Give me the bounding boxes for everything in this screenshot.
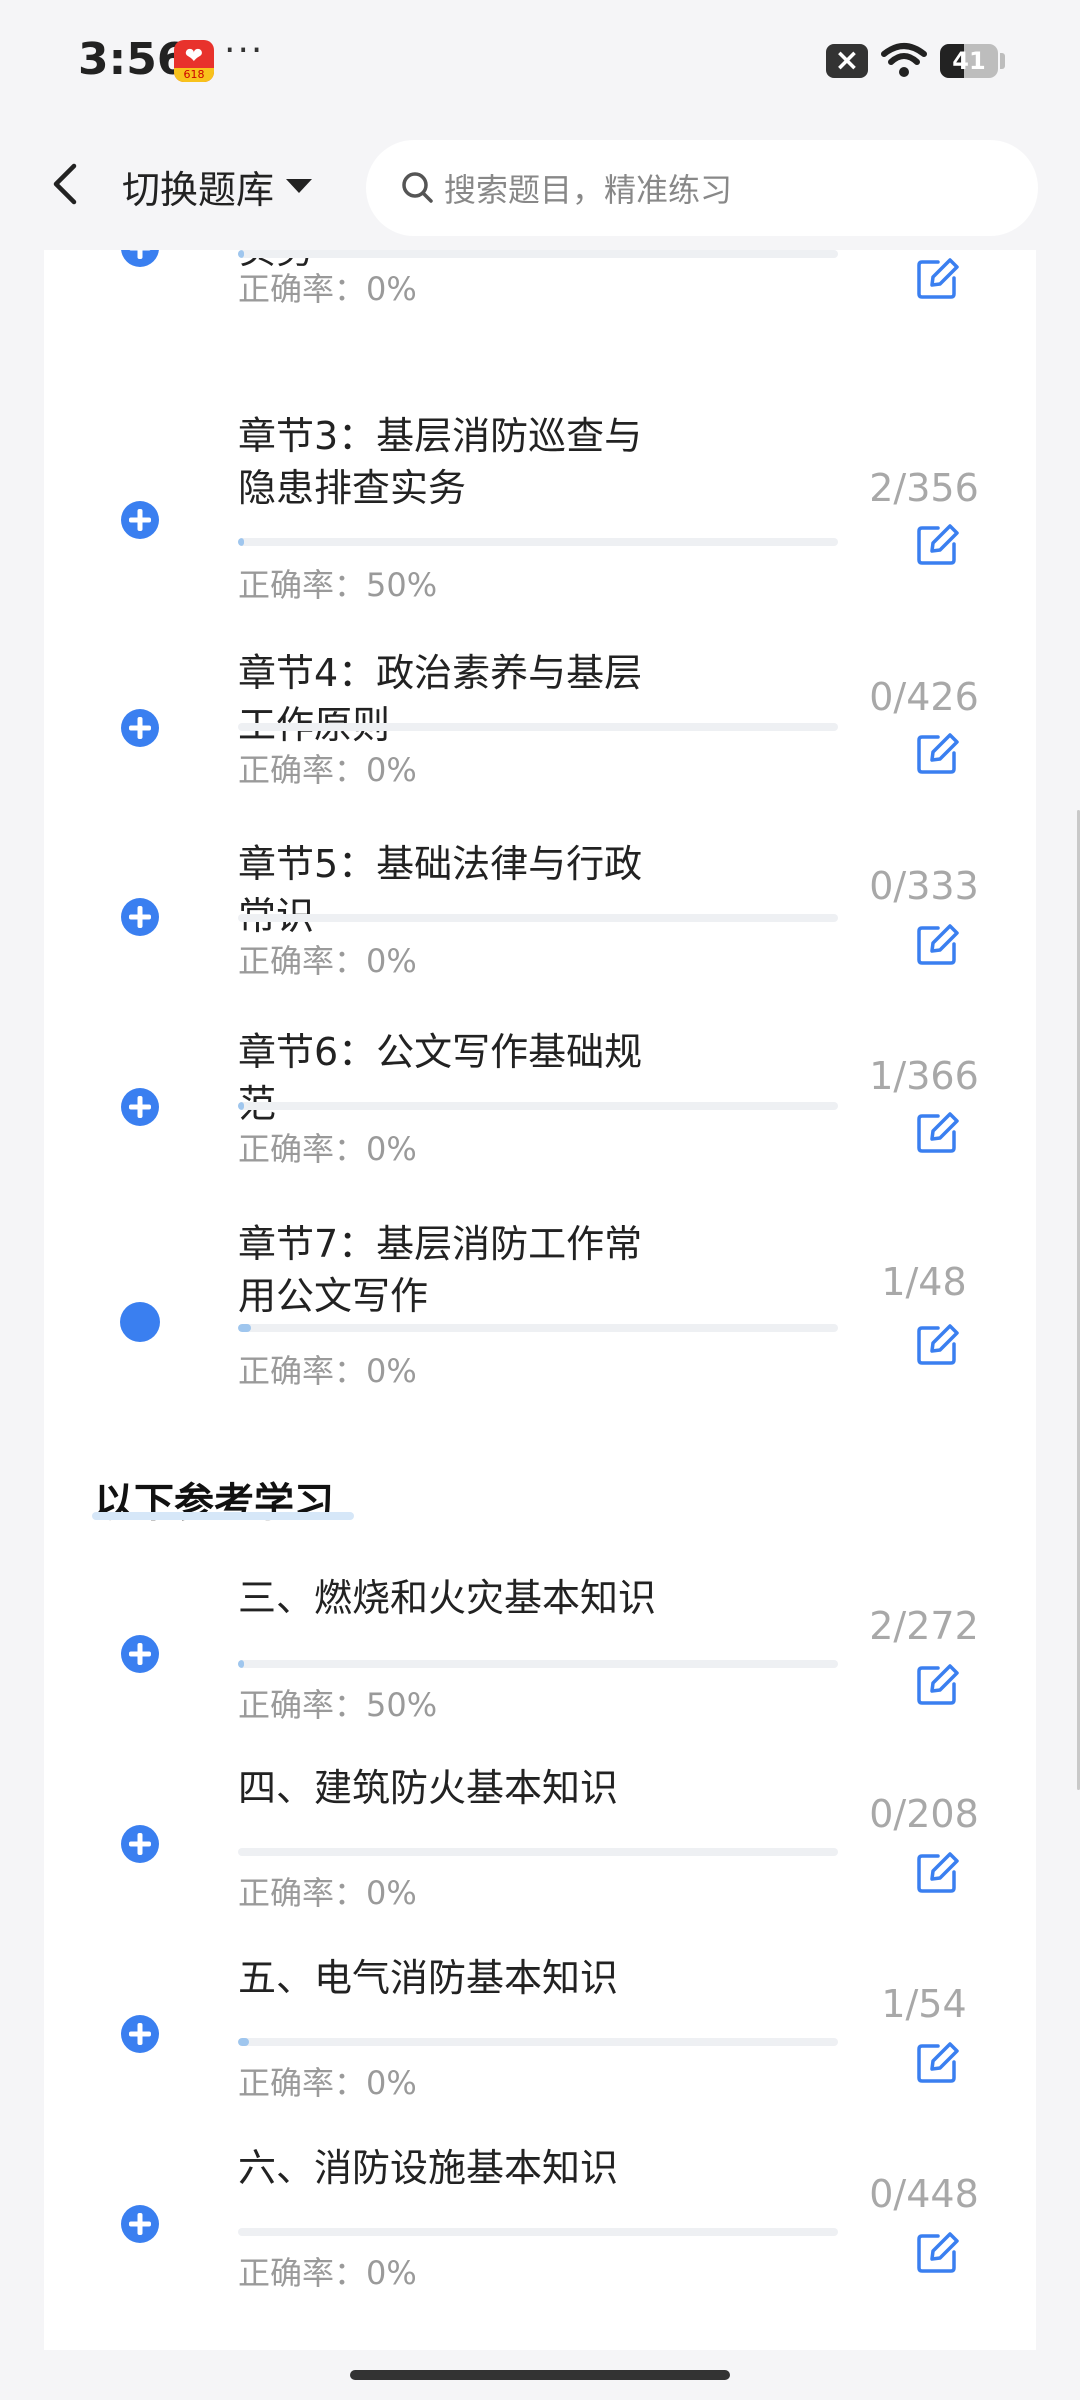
chapter-title: 章节4：政治素养与基层工作原则 [238, 651, 643, 747]
edit-icon[interactable] [914, 1662, 960, 1708]
progress-bar [238, 2228, 838, 2236]
question-count: 2/356 [869, 466, 979, 510]
switch-question-bank-label: 切换题库 [122, 167, 275, 212]
progress-bar [238, 1660, 838, 1668]
plus-circle-icon[interactable] [120, 2014, 160, 2054]
plus-circle-icon[interactable] [120, 2204, 160, 2244]
chapter-title: 五、电气消防基本知识 [238, 1956, 619, 2000]
edit-icon[interactable] [914, 1110, 960, 1156]
progress-dot-icon[interactable] [120, 1302, 160, 1342]
edit-icon[interactable] [914, 256, 960, 302]
battery-level: 41 [952, 47, 986, 75]
progress-bar [238, 538, 838, 546]
chevron-left-icon[interactable] [40, 154, 90, 214]
list-item[interactable]: 五、电气消防基本知识正确率：0% 1/54 [44, 1956, 1036, 2140]
progress-bar [238, 1324, 838, 1332]
accuracy-label: 正确率：0% [238, 1352, 417, 1390]
top-header: 切换题库 搜索题目，精准练习 [0, 126, 1080, 250]
app-notification-badge-icon: ❤ 618 [174, 40, 214, 82]
accuracy-label: 正确率：0% [238, 2064, 417, 2102]
question-count: 0/426 [869, 675, 979, 719]
status-time: 3:56 [78, 34, 188, 85]
plus-circle-icon[interactable] [120, 250, 160, 268]
wifi-icon [881, 43, 927, 77]
progress-fill [238, 538, 244, 546]
accuracy-label: 正确率：0% [238, 270, 417, 308]
list-item[interactable]: 四、建筑防火基本知识正确率：0% 0/208 [44, 1766, 1036, 1950]
question-count: 0/333 [869, 864, 979, 908]
progress-fill [238, 2038, 250, 2046]
accuracy-label: 正确率：50% [238, 1686, 438, 1724]
edit-icon[interactable] [914, 2040, 960, 2086]
edit-icon[interactable] [914, 731, 960, 777]
list-item[interactable]: 六、消防设施基本知识正确率：0% 0/448 [44, 2146, 1036, 2330]
status-bar: 3:56 ❤ 618 ··· × 41 [0, 0, 1080, 126]
home-indicator[interactable] [350, 2370, 730, 2380]
accuracy-label: 正确率：50% [238, 566, 438, 604]
accuracy-label: 正确率：0% [238, 1130, 417, 1168]
search-placeholder: 搜索题目，精准练习 [444, 171, 733, 209]
plus-circle-icon[interactable] [120, 897, 160, 937]
list-item[interactable]: 三、燃烧和火灾基本知识正确率：50% 2/272 [44, 1576, 1036, 1760]
chapter-title: 章节7：基层消防工作常用公文写作 [238, 1222, 643, 1318]
edit-icon[interactable] [914, 922, 960, 968]
progress-bar [238, 723, 838, 731]
edit-icon[interactable] [914, 1322, 960, 1368]
question-count: 1/48 [881, 1260, 967, 1304]
question-count: 1/54 [881, 1982, 967, 2026]
list-item[interactable]: 章节2：基础消防常识与实务正确率：0%3/330 [44, 250, 1036, 386]
chapter-list-card: 章节2：基础消防常识与实务正确率：0%3/330 章节3：基层消防巡查与隐患排查实… [44, 250, 1036, 2350]
progress-bar [238, 914, 838, 922]
progress-fill [238, 1660, 244, 1668]
accuracy-label: 正确率：0% [238, 1874, 417, 1912]
progress-fill [238, 1324, 251, 1332]
chapter-title: 章节5：基础法律与行政常识 [238, 842, 643, 938]
question-count: 2/272 [869, 1604, 979, 1648]
progress-fill [238, 250, 244, 258]
close-box-icon: × [826, 44, 868, 78]
more-notifications-dots: ··· [224, 30, 265, 71]
progress-bar [238, 1102, 838, 1110]
app-badge-label: 618 [174, 68, 214, 82]
caret-down-icon [286, 179, 313, 193]
list-item[interactable]: 章节6：公文写作基础规范正确率：0% 1/366 [44, 1030, 1036, 1214]
progress-fill [238, 1102, 244, 1110]
accuracy-label: 正确率：0% [238, 942, 417, 980]
chapter-title: 六、消防设施基本知识 [238, 2146, 619, 2190]
plus-circle-icon[interactable] [120, 708, 160, 748]
question-count: 0/208 [869, 1792, 979, 1836]
list-item[interactable]: 章节3：基层消防巡查与隐患排查实务正确率：50% 2/356 [44, 410, 1036, 650]
edit-icon[interactable] [914, 1850, 960, 1896]
chapter-title: 章节6：公文写作基础规范 [238, 1030, 643, 1126]
list-item[interactable]: 章节4：政治素养与基层工作原则正确率：0% 0/426 [44, 651, 1036, 835]
progress-bar [238, 250, 838, 258]
edit-icon[interactable] [914, 2230, 960, 2276]
plus-circle-icon[interactable] [120, 500, 160, 540]
list-item[interactable]: 章节5：基础法律与行政常识正确率：0% 0/333 [44, 842, 1036, 1024]
accuracy-label: 正确率：0% [238, 2254, 417, 2292]
question-count: 1/366 [869, 1054, 979, 1098]
progress-bar [238, 2038, 838, 2046]
question-count: 0/448 [869, 2172, 979, 2216]
chapter-title: 三、燃烧和火灾基本知识 [238, 1576, 657, 1620]
battery-icon: 41 [940, 44, 998, 78]
search-icon [402, 172, 433, 203]
edit-icon[interactable] [914, 522, 960, 568]
progress-bar [238, 1848, 838, 1856]
chapter-title: 四、建筑防火基本知识 [238, 1766, 619, 1810]
chapter-title: 章节3：基层消防巡查与隐患排查实务 [238, 414, 643, 510]
switch-question-bank-button[interactable]: 切换题库 [122, 156, 313, 216]
plus-circle-icon[interactable] [120, 1087, 160, 1127]
section-title-underline [92, 1512, 354, 1520]
battery-tip [1000, 53, 1005, 69]
plus-circle-icon[interactable] [120, 1824, 160, 1864]
search-input[interactable]: 搜索题目，精准练习 [366, 140, 1038, 236]
plus-circle-icon[interactable] [120, 1634, 160, 1674]
accuracy-label: 正确率：0% [238, 751, 417, 789]
list-item[interactable]: 章节7：基层消防工作常用公文写作正确率：0% 1/48 [44, 1222, 1036, 1466]
